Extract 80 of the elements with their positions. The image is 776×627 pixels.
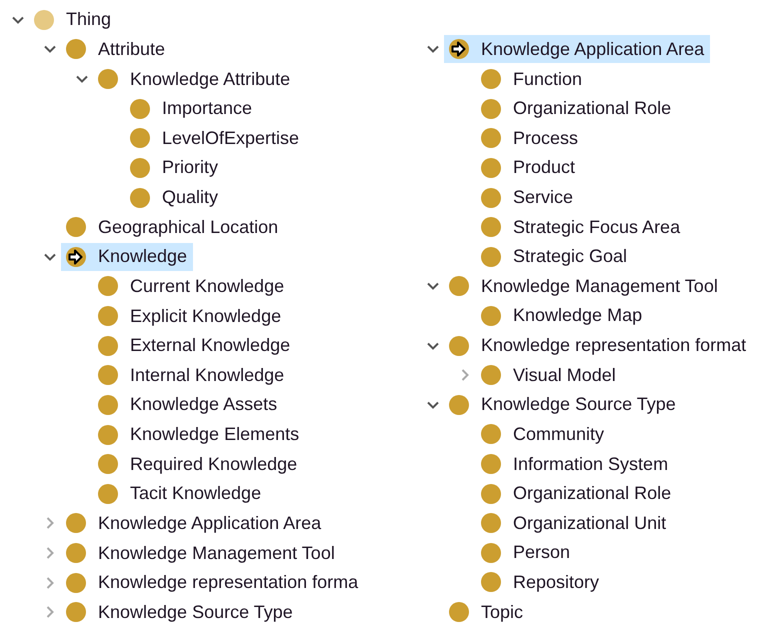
tree-item[interactable]: Thing	[29, 6, 118, 34]
class-dot-icon	[98, 69, 118, 90]
class-dot-icon	[481, 365, 501, 386]
class-dot-icon	[98, 424, 118, 445]
class-dot-icon	[98, 306, 118, 326]
tree-item[interactable]: Knowledge Source Type	[444, 390, 682, 419]
tree-item[interactable]: Knowledge Source Type	[61, 598, 299, 626]
tree-item[interactable]: Organizational Role	[476, 94, 678, 123]
class-dot-icon	[481, 188, 501, 208]
tree-item[interactable]: Knowledge representation format	[444, 332, 752, 360]
tree-item[interactable]: Service	[476, 184, 580, 212]
tree-item[interactable]: Knowledge	[61, 242, 194, 271]
tree-item[interactable]: Knowledge Elements	[93, 420, 306, 449]
class-dot-icon	[449, 336, 469, 356]
class-dot-icon	[98, 394, 118, 415]
tree-item[interactable]: Product	[476, 154, 582, 182]
tree-item[interactable]: Current Knowledge	[93, 272, 290, 300]
class-dot-icon	[66, 602, 86, 622]
tree-item[interactable]: Geographical Location	[61, 213, 284, 242]
tree-item[interactable]: Priority	[125, 154, 224, 182]
tree-item[interactable]: Strategic Goal	[476, 242, 634, 271]
tree-item[interactable]: Repository	[476, 568, 606, 596]
class-dot-icon	[481, 128, 501, 148]
class-dot-icon	[98, 484, 118, 504]
tree-item[interactable]: Person	[476, 538, 576, 567]
class-dot-icon	[98, 276, 118, 296]
tree-item[interactable]: Explicit Knowledge	[93, 302, 288, 330]
class-dot-icon	[481, 98, 501, 119]
tree-item[interactable]: Visual Model	[476, 361, 622, 390]
tree-item[interactable]: Tacit Knowledge	[93, 480, 268, 508]
tree-item[interactable]: Organizational Unit	[476, 509, 672, 538]
class-dot-icon	[481, 484, 501, 504]
class-dot-icon	[481, 246, 501, 267]
tree-item[interactable]: Importance	[125, 94, 258, 123]
tree-item[interactable]: Attribute	[61, 35, 172, 64]
class-dot-icon	[98, 336, 118, 356]
tree-item[interactable]: Organizational Role	[476, 480, 678, 508]
tree-item[interactable]: Knowledge Application Area	[61, 509, 328, 538]
class-dot-icon	[449, 602, 469, 622]
tree-item[interactable]: Knowledge Assets	[93, 390, 284, 419]
tree-item[interactable]: Information System	[476, 450, 674, 478]
tree-item[interactable]: External Knowledge	[93, 332, 296, 360]
class-dot-icon	[481, 454, 501, 474]
class-dot-icon	[481, 158, 501, 178]
class-dot-icon	[98, 365, 118, 386]
tree-item[interactable]: Knowledge Application Area	[444, 35, 710, 64]
class-dot-icon	[66, 543, 86, 564]
tree-item[interactable]: Knowledge Attribute	[93, 65, 296, 94]
tree-item[interactable]: Knowledge Map	[476, 302, 648, 330]
tree-item[interactable]: LevelOfExpertise	[125, 124, 306, 152]
class-dot-icon	[98, 454, 118, 474]
tree-item[interactable]: Knowledge Management Tool	[444, 272, 724, 300]
tree-item[interactable]: Strategic Focus Area	[476, 213, 686, 242]
class-dot-icon	[481, 217, 501, 238]
tree-item[interactable]: Quality	[125, 184, 224, 212]
class-dot-icon	[130, 128, 150, 148]
tree-item[interactable]: Internal Knowledge	[93, 361, 290, 390]
class-dot-icon	[449, 394, 469, 415]
tree-item[interactable]: Required Knowledge	[93, 450, 304, 478]
class-dot-icon	[449, 276, 469, 296]
class-dot-icon	[34, 10, 54, 30]
tree-item[interactable]: Community	[476, 420, 610, 448]
class-dot-icon	[130, 98, 150, 119]
class-dot-icon	[66, 39, 86, 60]
class-dot-icon	[130, 158, 150, 178]
class-dot-icon	[481, 513, 501, 534]
class-dot-icon	[481, 542, 501, 563]
class-dot-icon	[66, 217, 86, 238]
class-dot-icon	[481, 572, 501, 592]
tree-item[interactable]: Knowledge Management Tool	[61, 539, 341, 568]
tree-item[interactable]: Process	[476, 124, 584, 152]
class-dot-icon	[481, 306, 501, 326]
class-dot-icon	[481, 424, 501, 444]
tree-item[interactable]: Knowledge representation forma	[61, 568, 364, 597]
class-dot-icon	[66, 513, 86, 534]
class-dot-icon	[481, 69, 501, 90]
tree-item[interactable]: Function	[476, 65, 588, 94]
tree-item[interactable]: Topic	[444, 598, 530, 626]
class-dot-icon	[130, 188, 150, 208]
class-dot-icon	[66, 572, 86, 593]
